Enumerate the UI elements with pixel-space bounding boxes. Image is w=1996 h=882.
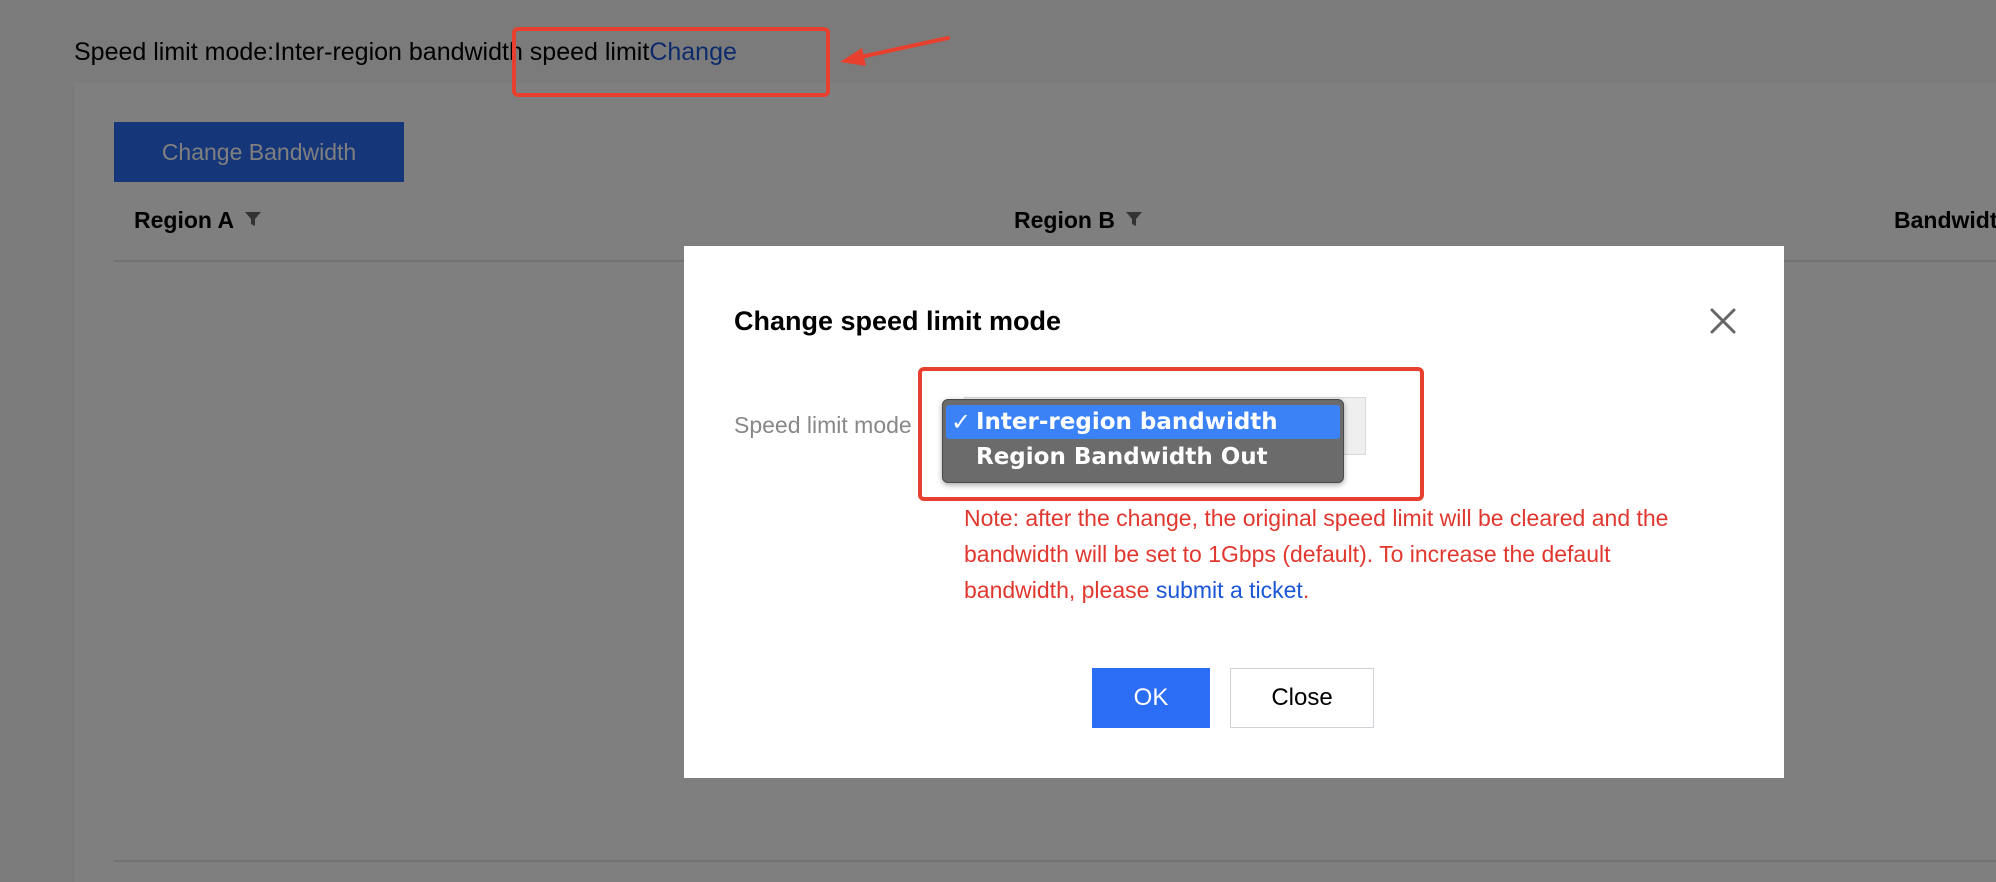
speed-limit-mode-label: Speed limit mode [734, 412, 912, 438]
note-end: . [1302, 577, 1310, 603]
close-button[interactable]: Close [1230, 668, 1374, 728]
note-text: Note: after the change, the original spe… [964, 505, 1669, 603]
annotation-highlight-box [918, 367, 1424, 501]
submit-ticket-link[interactable]: submit a ticket [1156, 577, 1303, 603]
change-speed-limit-dialog: Change speed limit mode Speed limit mode… [684, 246, 1784, 778]
dialog-title: Change speed limit mode [734, 306, 1062, 336]
ok-button[interactable]: OK [1092, 668, 1210, 728]
annotation-highlight-box [512, 27, 830, 97]
close-icon[interactable] [1706, 304, 1740, 338]
warning-note: Note: after the change, the original spe… [964, 500, 1724, 608]
annotation-arrow-icon [836, 34, 956, 74]
